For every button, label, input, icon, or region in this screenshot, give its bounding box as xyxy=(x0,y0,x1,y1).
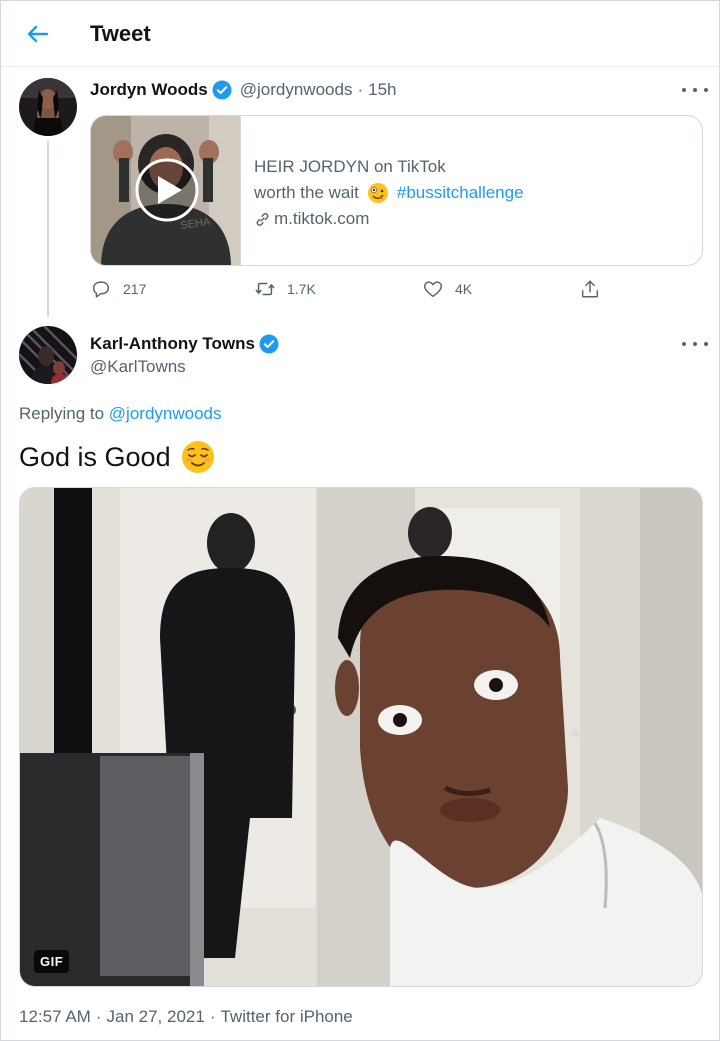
dot-icon xyxy=(704,342,708,346)
tweet-text: God is Good xyxy=(19,440,215,474)
avatar-photo xyxy=(19,326,77,384)
tweet-time[interactable]: 15h xyxy=(368,80,396,100)
verified-badge-icon xyxy=(259,334,279,354)
page-title: Tweet xyxy=(90,21,151,46)
share-icon xyxy=(581,280,599,298)
reply-button[interactable]: 217 xyxy=(90,278,146,300)
dot-icon xyxy=(693,88,697,92)
retweet-count: 1.7K xyxy=(287,281,316,297)
card-link[interactable]: m.tiktok.com xyxy=(254,206,524,232)
dot-icon xyxy=(682,342,686,346)
dot-icon xyxy=(693,342,697,346)
heart-icon xyxy=(424,281,442,298)
tweet-metadata: 12:57 AM · Jan 27, 2021 · Twitter for iP… xyxy=(19,1007,353,1027)
tiktok-link-card[interactable]: SEHA HEIR JORDYN on TikTok worth the wai… xyxy=(90,115,703,266)
thread-connector xyxy=(47,141,49,317)
separator: · xyxy=(209,1007,216,1026)
thumbnail-image: SEHA xyxy=(91,116,240,265)
arrow-left-icon xyxy=(27,25,49,43)
tweet-source[interactable]: Twitter for iPhone xyxy=(220,1007,352,1027)
dot-icon xyxy=(682,88,686,92)
top-bar: Tweet xyxy=(1,1,720,67)
verified-badge-icon xyxy=(212,80,232,100)
separator: · xyxy=(95,1007,102,1026)
card-title: HEIR JORDYN on TikTok xyxy=(254,157,446,176)
replying-to: Replying to @jordynwoods xyxy=(19,404,222,423)
reply-count: 217 xyxy=(123,281,147,297)
reply-tweet-header: Karl-Anthony Towns xyxy=(90,334,279,354)
separator: · xyxy=(357,80,364,99)
card-thumbnail: SEHA xyxy=(91,116,241,265)
karl-avatar[interactable] xyxy=(19,326,77,384)
retweet-icon xyxy=(255,282,275,296)
retweet-button[interactable]: 1.7K xyxy=(254,278,316,300)
gif-media[interactable]: GIF xyxy=(19,487,703,987)
like-button[interactable]: 4K xyxy=(422,278,472,300)
avatar-photo xyxy=(19,78,77,136)
author-handle[interactable]: @jordynwoods xyxy=(240,80,353,100)
more-options-button[interactable] xyxy=(682,80,708,100)
dot-icon xyxy=(704,88,708,92)
jordyn-avatar[interactable] xyxy=(19,78,77,136)
card-hashtag[interactable]: #bussitchallenge xyxy=(397,180,524,206)
timestamp-date[interactable]: Jan 27, 2021 xyxy=(107,1007,205,1027)
tweet-page: Tweet Jordyn Woods @jordynwoods · 15h SE… xyxy=(0,0,720,1041)
more-options-button[interactable] xyxy=(682,334,708,354)
original-tweet-header: Jordyn Woods @jordynwoods · 15h xyxy=(90,80,397,100)
back-button[interactable] xyxy=(23,19,53,49)
card-description: worth the wait #bussitchallenge xyxy=(254,180,524,206)
relieved-face-icon xyxy=(181,441,214,473)
share-button[interactable] xyxy=(579,278,601,300)
action-bar: 217 1.7K 4K xyxy=(90,278,610,304)
gif-frame xyxy=(20,488,702,986)
timestamp-time[interactable]: 12:57 AM xyxy=(19,1007,91,1027)
like-count: 4K xyxy=(455,281,473,297)
card-text: HEIR JORDYN on TikTok worth the wait #bu… xyxy=(254,154,524,232)
link-icon xyxy=(256,212,269,226)
author-handle[interactable]: @KarlTowns xyxy=(90,357,186,377)
author-name[interactable]: Karl-Anthony Towns xyxy=(90,334,255,354)
replying-to-handle[interactable]: @jordynwoods xyxy=(109,404,222,423)
zany-face-icon xyxy=(367,183,388,203)
reply-icon xyxy=(92,281,110,298)
author-name[interactable]: Jordyn Woods xyxy=(90,80,208,100)
gif-badge: GIF xyxy=(34,950,70,973)
